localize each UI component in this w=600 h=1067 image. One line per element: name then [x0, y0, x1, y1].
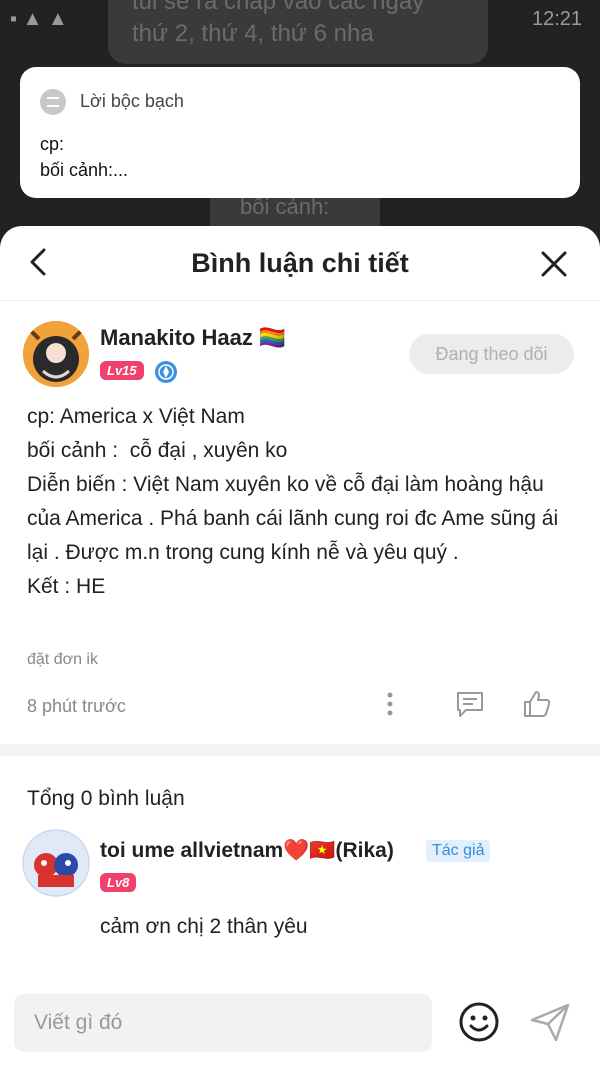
close-icon: [541, 251, 567, 277]
comment-detail-sheet: Bình luận chi tiết Manakito Haaz 🏳️‍🌈 Lv…: [0, 226, 600, 1067]
like-button[interactable]: [521, 688, 553, 725]
author-note-title: Lời bộc bạch: [80, 91, 184, 111]
more-options-button[interactable]: [376, 690, 404, 723]
reply-username[interactable]: toi ume allvietnam❤️🇻🇳(Rika): [100, 839, 394, 863]
section-divider: [0, 744, 600, 756]
tiger-avatar-icon: [23, 321, 89, 387]
post-tag: đặt đơn ik: [27, 651, 98, 668]
comment-count: Tổng 0 bình luận: [27, 787, 185, 810]
author-note-body: cp: bối cảnh:...: [40, 134, 129, 180]
background-message-line: thứ 2, thứ 4, thứ 6 nha: [132, 20, 374, 47]
comment-input-placeholder: Viết gì đó: [34, 1011, 123, 1034]
comment-composer: Viết gì đó: [0, 978, 600, 1067]
emoji-button[interactable]: [458, 1001, 500, 1048]
post-username[interactable]: Manakito Haaz 🏳️‍🌈: [100, 325, 286, 351]
reply-button[interactable]: [455, 689, 485, 724]
status-time: 12:21: [532, 8, 583, 30]
send-button[interactable]: [528, 1000, 572, 1049]
post-timestamp: 8 phút trước: [27, 696, 126, 716]
send-icon: [530, 1003, 570, 1042]
smiley-icon: [459, 1002, 499, 1042]
more-vertical-icon: [387, 692, 393, 716]
avatar[interactable]: [23, 321, 89, 387]
comment-input[interactable]: Viết gì đó: [14, 994, 432, 1052]
comment-icon: [457, 692, 483, 717]
note-icon: [40, 89, 66, 115]
thumbs-up-icon: [524, 691, 551, 717]
post-body: cp: America x Việt Nam bối cảnh : cỗ đại…: [27, 405, 559, 598]
level-badge: Lv15: [100, 361, 144, 380]
background-message-line: tui sẽ ra chap vào các ngày: [132, 0, 425, 15]
author-badge: Tác giả: [426, 840, 491, 862]
author-note-card: Lời bộc bạch cp: bối cảnh:...: [20, 67, 580, 198]
status-icons: ▪ ▲ ▲: [10, 8, 68, 30]
level-badge: Lv8: [100, 873, 137, 892]
cartoon-avatar-icon: [22, 829, 90, 897]
page-title: Bình luận chi tiết: [191, 248, 409, 278]
sheet-header: Bình luận chi tiết: [0, 226, 600, 301]
verified-badge-icon: [155, 361, 177, 383]
following-button[interactable]: Đang theo dõi: [409, 334, 574, 374]
reply-body: cảm ơn chị 2 thân yêu: [100, 915, 308, 938]
avatar[interactable]: [22, 829, 90, 897]
close-button[interactable]: [534, 244, 574, 284]
